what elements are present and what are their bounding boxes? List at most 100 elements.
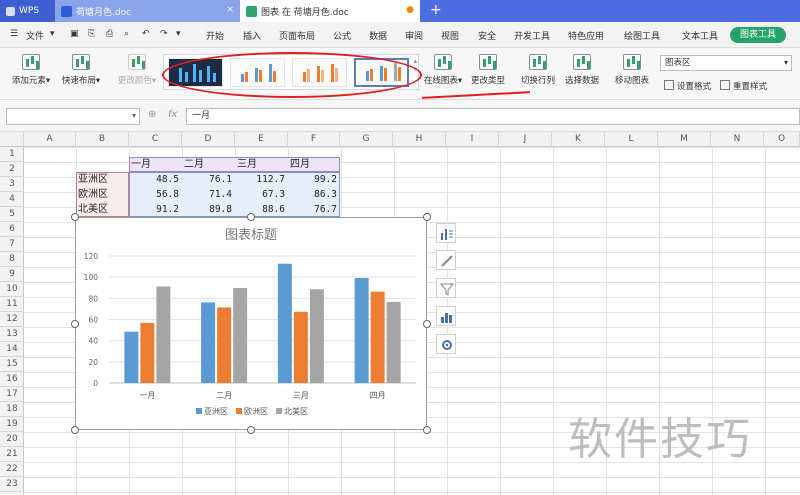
row-header[interactable]: 5 <box>0 207 24 222</box>
wps-app-tab[interactable]: WPS <box>0 0 55 22</box>
row-header[interactable]: 10 <box>0 282 24 297</box>
col-header[interactable]: F <box>288 132 340 147</box>
chart-filter-button[interactable] <box>436 278 456 298</box>
col-header[interactable]: M <box>658 132 711 147</box>
resize-handle[interactable] <box>71 320 79 328</box>
table-cell[interactable]: 86.3 <box>288 187 340 202</box>
table-cell[interactable]: 112.7 <box>235 172 288 187</box>
row-header[interactable]: 13 <box>0 327 24 342</box>
col-header[interactable]: C <box>129 132 182 147</box>
col-header[interactable]: N <box>711 132 764 147</box>
col-header[interactable]: J <box>499 132 552 147</box>
col-header[interactable]: H <box>393 132 446 147</box>
export-icon[interactable]: ⎘ <box>88 29 95 39</box>
chevron-down-icon[interactable]: ▾ <box>50 29 55 39</box>
change-color-button[interactable]: 更改颜色▾ <box>114 54 160 86</box>
select-all-corner[interactable] <box>0 132 24 147</box>
chart-style-button[interactable] <box>436 250 456 270</box>
col-header[interactable]: A <box>24 132 76 147</box>
chart-elements-button[interactable] <box>436 223 456 243</box>
menu-insert[interactable]: 插入 <box>243 29 261 42</box>
table-cell[interactable]: 48.5 <box>129 172 182 187</box>
save-icon[interactable]: ▣ <box>70 29 79 39</box>
resize-handle[interactable] <box>71 426 79 434</box>
close-icon[interactable]: × <box>226 5 234 15</box>
table-cell[interactable]: 89.8 <box>182 202 235 217</box>
menu-chart-tools[interactable]: 图表工具 <box>730 27 786 43</box>
hamburger-menu-icon[interactable]: ☰ <box>10 29 18 39</box>
menu-review[interactable]: 审阅 <box>405 29 423 42</box>
resize-handle[interactable] <box>423 320 431 328</box>
row-header[interactable]: 21 <box>0 447 24 462</box>
row-header[interactable]: 19 <box>0 417 24 432</box>
resize-handle[interactable] <box>71 213 79 221</box>
row-header[interactable]: 20 <box>0 432 24 447</box>
resize-handle[interactable] <box>247 426 255 434</box>
table-cell[interactable]: 67.3 <box>235 187 288 202</box>
menu-text-tools[interactable]: 文本工具 <box>682 29 718 42</box>
new-tab-button[interactable]: + <box>430 2 442 18</box>
row-header[interactable]: 14 <box>0 342 24 357</box>
row-header[interactable]: 18 <box>0 402 24 417</box>
row-header[interactable]: 15 <box>0 357 24 372</box>
row-header[interactable]: 9 <box>0 267 24 282</box>
reset-style-button[interactable]: 重置样式 <box>720 80 767 92</box>
row-header[interactable]: 2 <box>0 162 24 177</box>
chart-type-button[interactable] <box>436 306 456 326</box>
row-label-cell[interactable]: 北美区 <box>78 202 128 217</box>
table-header-cell[interactable]: 三月 <box>237 157 287 172</box>
chart-object[interactable]: 图表标题 0 20 40 60 80 100 120 一月 二月 三月 四月 亚洲区 欧洲区 北美区 <box>75 217 427 430</box>
resize-handle[interactable] <box>423 426 431 434</box>
col-header[interactable]: K <box>552 132 605 147</box>
change-type-button[interactable]: 更改类型 <box>468 54 508 86</box>
select-data-button[interactable]: 选择数据 <box>562 54 602 86</box>
resize-handle[interactable] <box>423 213 431 221</box>
row-header[interactable]: 3 <box>0 177 24 192</box>
row-label-cell[interactable]: 亚洲区 <box>78 172 128 187</box>
row-label-cell[interactable]: 欧洲区 <box>78 187 128 202</box>
set-format-button[interactable]: 设置格式 <box>664 80 711 92</box>
chevron-down-icon[interactable]: ▾ <box>176 29 181 39</box>
table-header-cell[interactable]: 四月 <box>290 157 340 172</box>
row-header[interactable]: 8 <box>0 252 24 267</box>
move-chart-button[interactable]: 移动图表 <box>612 54 652 86</box>
row-header[interactable]: 7 <box>0 237 24 252</box>
quick-layout-button[interactable]: 快速布局▾ <box>58 54 104 86</box>
table-header-cell[interactable]: 二月 <box>184 157 234 172</box>
menu-view[interactable]: 视图 <box>441 29 459 42</box>
table-cell[interactable]: 76.1 <box>182 172 235 187</box>
menu-data[interactable]: 数据 <box>369 29 387 42</box>
print-preview-icon[interactable]: ⌕ <box>124 29 129 39</box>
row-header[interactable]: 17 <box>0 387 24 402</box>
formula-input[interactable]: 一月 <box>186 108 800 125</box>
col-header[interactable]: O <box>764 132 800 147</box>
switch-row-col-button[interactable]: 切换行列 <box>518 54 558 86</box>
row-header[interactable]: 22 <box>0 462 24 477</box>
row-header[interactable]: 12 <box>0 312 24 327</box>
zoom-search-icon[interactable]: ⊕ <box>148 109 156 120</box>
col-header[interactable]: I <box>446 132 499 147</box>
col-header[interactable]: E <box>235 132 288 147</box>
menu-file[interactable]: 文件 <box>26 29 44 42</box>
row-header[interactable]: 23 <box>0 477 24 492</box>
table-cell[interactable]: 76.7 <box>288 202 340 217</box>
doc-tab-2[interactable]: 图表 在 荷塘月色.doc ● <box>240 0 420 22</box>
chart-settings-button[interactable] <box>436 334 456 354</box>
doc-tab-1[interactable]: 荷塘月色.doc × <box>55 0 240 22</box>
table-header-cell[interactable]: 一月 <box>131 157 181 172</box>
resize-handle[interactable] <box>247 213 255 221</box>
redo-icon[interactable]: ↷ <box>160 29 168 39</box>
print-icon[interactable]: ⎙ <box>106 29 113 39</box>
row-header[interactable]: 6 <box>0 222 24 237</box>
menu-drawing-tools[interactable]: 绘图工具 <box>624 29 660 42</box>
col-header[interactable]: L <box>605 132 658 147</box>
menu-security[interactable]: 安全 <box>478 29 496 42</box>
menu-special[interactable]: 特色应用 <box>568 29 604 42</box>
menu-page-layout[interactable]: 页面布局 <box>279 29 315 42</box>
table-cell[interactable]: 88.6 <box>235 202 288 217</box>
col-header[interactable]: G <box>340 132 393 147</box>
menu-developer[interactable]: 开发工具 <box>514 29 550 42</box>
name-box[interactable]: ▾ <box>6 108 140 125</box>
chart-element-select[interactable]: 图表区 ▾ <box>660 55 792 71</box>
table-cell[interactable]: 56.8 <box>129 187 182 202</box>
